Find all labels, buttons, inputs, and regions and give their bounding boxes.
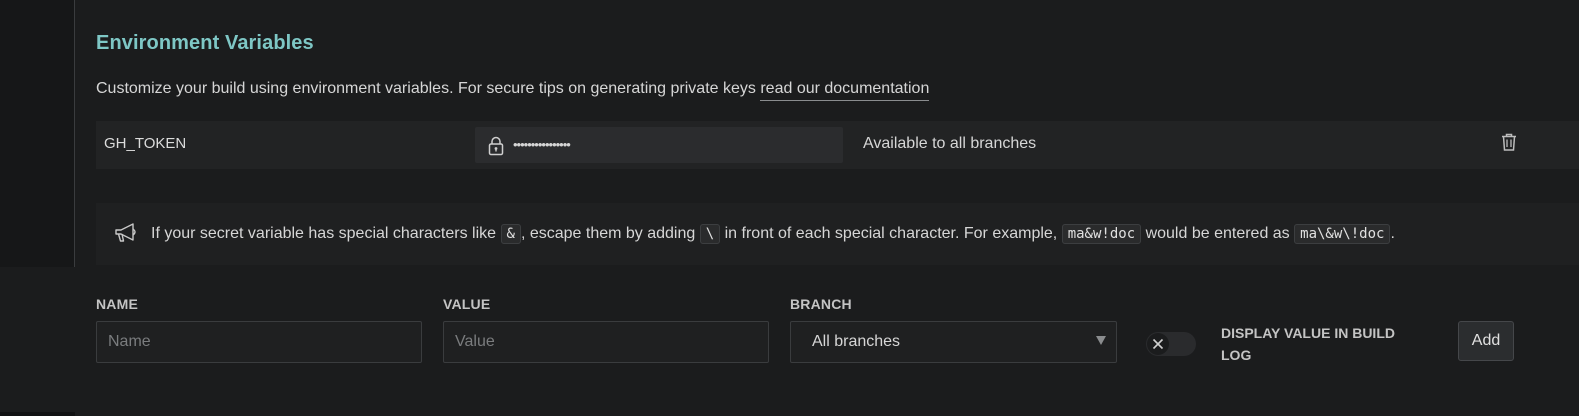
gutter-bottom-edge bbox=[0, 412, 75, 416]
masked-value: •••••••••••••••• bbox=[513, 137, 571, 152]
gutter-bottom bbox=[0, 267, 75, 416]
notice-text: If your secret variable has special char… bbox=[151, 224, 1395, 244]
value-label: VALUE bbox=[443, 296, 491, 312]
close-icon bbox=[1152, 338, 1164, 350]
variable-value-field[interactable]: •••••••••••••••• bbox=[475, 127, 843, 163]
notice-part: . bbox=[1390, 225, 1395, 242]
env-variable-row: GH_TOKEN •••••••••••••••• Available to a… bbox=[96, 121, 1579, 169]
code-ampersand: & bbox=[500, 224, 521, 244]
code-example-raw: ma&w!doc bbox=[1061, 224, 1142, 244]
add-button[interactable]: Add bbox=[1458, 321, 1514, 361]
toggle-knob bbox=[1147, 333, 1169, 355]
section-title: Environment Variables bbox=[96, 32, 314, 54]
name-label: NAME bbox=[96, 296, 139, 312]
notice-part: in front of each special character. For … bbox=[724, 225, 1058, 242]
section-description: Customize your build using environment v… bbox=[96, 80, 930, 101]
notice-part: would be entered as bbox=[1145, 225, 1290, 242]
description-text: Customize your build using environment v… bbox=[96, 80, 756, 97]
name-input[interactable] bbox=[96, 321, 422, 363]
variable-branch-scope: Available to all branches bbox=[863, 135, 1037, 152]
code-example-escaped: ma\&w\!doc bbox=[1294, 224, 1391, 244]
value-input[interactable] bbox=[443, 321, 769, 363]
branch-select[interactable]: All branches bbox=[790, 321, 1117, 363]
display-value-toggle[interactable] bbox=[1146, 332, 1196, 356]
branch-selected-value: All branches bbox=[812, 333, 901, 350]
special-characters-notice: If your secret variable has special char… bbox=[96, 203, 1579, 265]
code-backslash: \ bbox=[699, 224, 721, 244]
display-value-label: DISPLAY VALUE IN BUILD LOG bbox=[1221, 325, 1395, 363]
notice-part: , escape them by adding bbox=[520, 225, 696, 242]
variable-key: GH_TOKEN bbox=[104, 135, 187, 152]
lock-icon bbox=[488, 136, 504, 156]
section-divider bbox=[74, 0, 75, 267]
caret-down-icon bbox=[1096, 336, 1106, 345]
documentation-link[interactable]: read our documentation bbox=[760, 80, 930, 101]
megaphone-icon bbox=[115, 223, 136, 242]
trash-icon[interactable] bbox=[1500, 132, 1518, 152]
notice-part: If your secret variable has special char… bbox=[151, 225, 497, 242]
branch-label: BRANCH bbox=[790, 296, 852, 312]
left-gutter bbox=[0, 0, 75, 416]
